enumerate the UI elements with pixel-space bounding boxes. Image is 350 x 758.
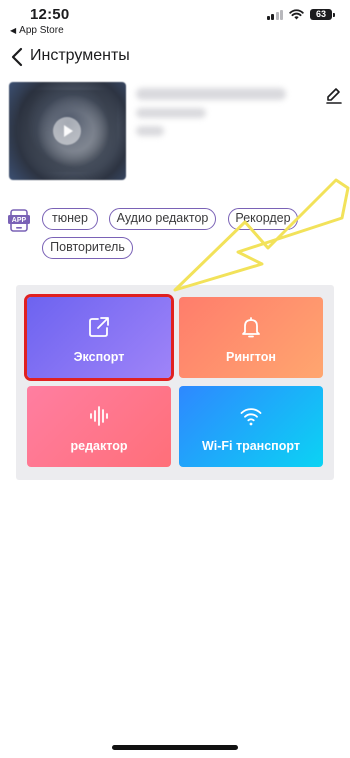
page-title: Инструменты <box>30 47 130 64</box>
wifi-icon <box>240 408 262 426</box>
back-app-label: App Store <box>19 25 64 36</box>
wifi-transfer-button[interactable]: Wi-Fi транспорт <box>179 386 323 467</box>
bell-icon <box>242 317 260 338</box>
back-to-app-store[interactable]: ◀ App Store <box>10 25 64 36</box>
ringtone-button[interactable]: Рингтон <box>179 297 323 378</box>
track-title-blurred <box>136 88 286 100</box>
export-button[interactable]: Экспорт <box>27 297 171 378</box>
tag-repeater[interactable]: Повторитель <box>42 237 133 259</box>
export-icon <box>89 317 109 337</box>
svg-text:APP: APP <box>12 217 27 224</box>
status-time: 12:50 <box>30 6 70 23</box>
back-triangle-icon: ◀ <box>10 26 17 35</box>
cellular-signal-icon <box>266 9 283 20</box>
waveform-icon <box>90 406 108 426</box>
home-indicator <box>112 745 238 750</box>
status-icons: 63 <box>266 9 335 20</box>
play-icon[interactable] <box>53 117 81 145</box>
tag-audio-editor[interactable]: Аудио редактор <box>109 208 216 230</box>
tag-tuner[interactable]: тюнер <box>42 208 98 230</box>
editor-label: редактор <box>70 439 128 453</box>
back-chevron-icon[interactable] <box>8 46 28 68</box>
ringtone-label: Рингтон <box>226 350 276 364</box>
nav-bar: Инструменты <box>0 44 350 72</box>
wifi-status-icon <box>289 9 304 20</box>
wifi-transfer-label: Wi-Fi транспорт <box>202 439 300 453</box>
export-label: Экспорт <box>73 350 125 364</box>
status-bar: 12:50 ◀ App Store 63 <box>0 0 350 44</box>
track-cover-image[interactable] <box>9 82 126 180</box>
app-tag-icon: APP <box>8 209 30 232</box>
editor-button[interactable]: редактор <box>27 386 171 467</box>
edit-pencil-icon[interactable] <box>324 84 344 104</box>
tag-recorder[interactable]: Рекордер <box>228 208 298 230</box>
track-duration-blurred <box>136 126 164 136</box>
track-subtitle-blurred <box>136 108 206 118</box>
battery-icon: 63 <box>310 9 335 20</box>
